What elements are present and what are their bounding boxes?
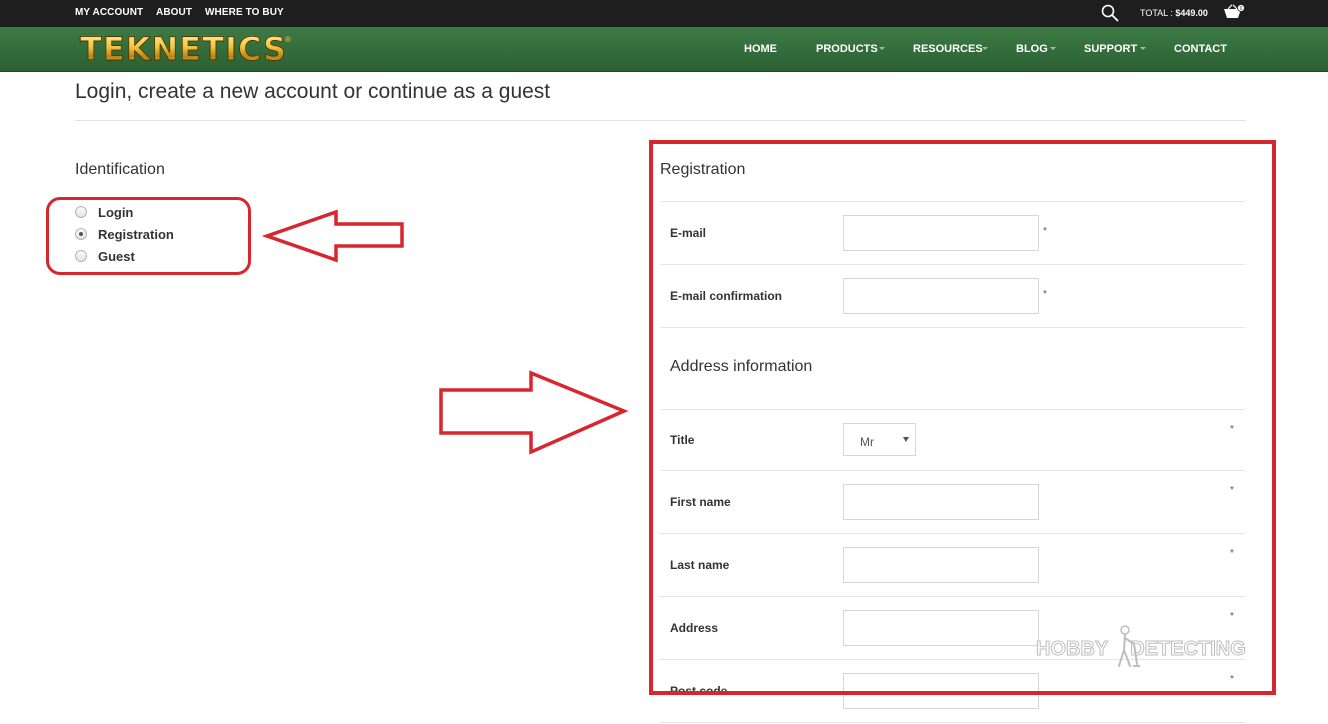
resources-caret-icon [982,47,988,50]
identification-heading: Identification [75,161,165,178]
watermark-left: HOBBY [1035,638,1109,661]
products-caret-icon [879,47,885,50]
teknetics-logo[interactable]: TEKNETICS [80,30,287,69]
cart-total-value: $449.00 [1175,8,1208,18]
support-caret-icon [1140,47,1146,50]
top-utility-bar: MY ACCOUNT ABOUT WHERE TO BUY TOTAL : $4… [0,0,1328,27]
main-nav-bar: TEKNETICS ® HOME PRODUCTS RESOURCES BLOG… [0,27,1328,72]
cart-icon[interactable]: 0 [1223,4,1245,22]
nav-home[interactable]: HOME [744,43,777,55]
registered-mark: ® [285,35,291,44]
watermark-right: DETECTING [1130,638,1247,661]
annotation-highlight-registration [649,140,1276,695]
about-link[interactable]: ABOUT [156,7,192,18]
nav-blog[interactable]: BLOG [1016,43,1048,55]
nav-contact[interactable]: CONTACT [1174,43,1227,55]
where-to-buy-link[interactable]: WHERE TO BUY [205,7,284,18]
nav-products[interactable]: PRODUCTS [816,43,878,55]
metal-detector-figure-icon [1118,625,1140,667]
cart-total[interactable]: TOTAL : $449.00 [1140,8,1208,18]
blog-caret-icon [1050,47,1056,50]
watermark: HOBBY DETECTING [1035,638,1247,661]
nav-support[interactable]: SUPPORT [1084,43,1137,55]
row-divider [660,722,1245,723]
search-icon[interactable] [1101,4,1119,22]
annotation-highlight-radios [46,197,251,275]
my-account-link[interactable]: MY ACCOUNT [75,7,143,18]
title-divider [75,120,1246,121]
nav-resources[interactable]: RESOURCES [913,43,983,55]
cart-total-label: TOTAL : [1140,8,1176,18]
left-arrow-icon [262,209,404,263]
right-arrow-icon [439,370,629,455]
page-title: Login, create a new account or continue … [75,80,551,103]
cart-count: 0 [1240,6,1243,12]
